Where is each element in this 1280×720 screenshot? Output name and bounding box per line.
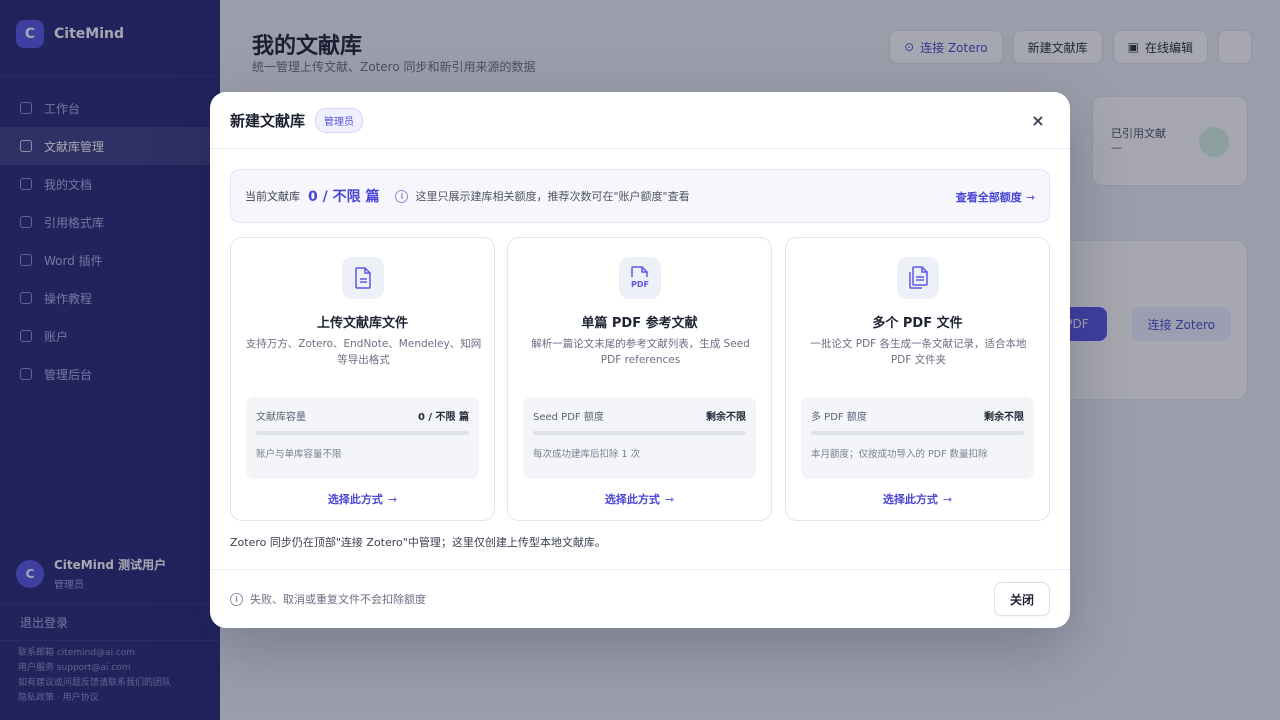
card-quota-label: Seed PDF 额度 xyxy=(533,412,604,423)
zotero-sync-note: Zotero 同步仍在顶部"连接 Zotero"中管理；这里仅创建上传型本地文献… xyxy=(230,536,606,549)
choose-method-button[interactable]: 选择此方式 ⇾ xyxy=(508,491,771,507)
role-badge: 管理员 xyxy=(315,107,364,133)
card-quota-note: 每次成功建库后扣除 1 次 xyxy=(533,449,641,460)
close-button[interactable]: 关闭 xyxy=(994,582,1050,616)
info-icon: i xyxy=(230,592,243,606)
card-title: 多个 PDF 文件 xyxy=(872,316,963,331)
card-title: 上传文献库文件 xyxy=(316,316,408,331)
multi-files-icon xyxy=(897,257,939,299)
arrow-right-icon: ⇾ xyxy=(1025,190,1035,204)
card-quota: Seed PDF 额度 剩余不限 每次成功建库后扣除 1 次 xyxy=(523,397,756,479)
modal-title: 新建文献库 xyxy=(230,111,306,130)
card-quota-note: 账户与单库容量不限 xyxy=(256,449,342,460)
card-quota-value: 剩余不限 xyxy=(706,412,746,423)
method-card-multi-pdf[interactable]: 多个 PDF 文件 一批论文 PDF 各生成一条文献记录，适合本地 PDF 文件… xyxy=(785,237,1050,521)
choose-method-button[interactable]: 选择此方式 ⇾ xyxy=(231,491,494,507)
card-description: 支持万方、Zotero、EndNote、Mendeley、知网等导出格式 xyxy=(245,338,482,366)
close-icon[interactable]: × xyxy=(1028,110,1048,130)
view-all-quota-label: 查看全部额度 xyxy=(955,191,1022,204)
arrow-right-icon: ⇾ xyxy=(664,492,675,506)
choose-method-label: 选择此方式 xyxy=(882,493,938,506)
method-card-single-pdf[interactable]: PDF 单篇 PDF 参考文献 解析一篇论文末尾的参考文献列表，生成 Seed … xyxy=(507,237,772,521)
quota-progress-bar xyxy=(533,431,746,435)
card-quota-label: 多 PDF 额度 xyxy=(811,412,867,423)
new-library-modal: 新建文献库 管理员 × 当前文献库 0 / 不限 篇 i 这里只展示建库相关额度… xyxy=(210,92,1070,628)
quota-summary: 当前文献库 0 / 不限 篇 i 这里只展示建库相关额度，推荐次数可在"账户额度… xyxy=(230,169,1050,223)
choose-method-label: 选择此方式 xyxy=(604,493,660,506)
card-quota: 文献库容量 0 / 不限 篇 账户与单库容量不限 xyxy=(246,397,479,479)
info-icon: i xyxy=(395,189,409,203)
svg-text:PDF: PDF xyxy=(631,280,649,289)
document-icon xyxy=(342,257,384,299)
card-quota: 多 PDF 额度 剩余不限 本月额度；仅按成功导入的 PDF 数量扣除 xyxy=(801,397,1034,479)
card-quota-value: 剩余不限 xyxy=(984,412,1024,423)
choose-method-label: 选择此方式 xyxy=(327,493,383,506)
pdf-icon: PDF xyxy=(619,257,661,299)
choose-method-button[interactable]: 选择此方式 ⇾ xyxy=(786,491,1049,507)
card-quota-label: 文献库容量 xyxy=(256,412,306,423)
modal-footer: i 失败、取消或重复文件不会扣除额度 关闭 xyxy=(210,569,1070,628)
quota-note: 这里只展示建库相关额度，推荐次数可在"账户额度"查看 xyxy=(415,190,690,203)
card-description: 解析一篇论文末尾的参考文献列表，生成 Seed PDF references xyxy=(531,338,750,366)
footer-note: 失败、取消或重复文件不会扣除额度 xyxy=(250,593,426,606)
card-quota-note: 本月额度；仅按成功导入的 PDF 数量扣除 xyxy=(811,449,988,460)
method-card-upload-file[interactable]: 上传文献库文件 支持万方、Zotero、EndNote、Mendeley、知网等… xyxy=(230,237,495,521)
modal-header: 新建文献库 管理员 × xyxy=(210,92,1070,149)
arrow-right-icon: ⇾ xyxy=(942,492,953,506)
quota-progress-bar xyxy=(811,431,1024,435)
method-cards: 上传文献库文件 支持万方、Zotero、EndNote、Mendeley、知网等… xyxy=(230,237,1050,521)
arrow-right-icon: ⇾ xyxy=(387,492,398,506)
card-quota-value: 0 / 不限 篇 xyxy=(417,412,469,423)
quota-progress-bar xyxy=(256,431,469,435)
quota-label: 当前文献库 xyxy=(245,190,300,203)
view-all-quota-link[interactable]: 查看全部额度 ⇾ xyxy=(956,189,1035,205)
quota-value: 0 / 不限 篇 xyxy=(308,189,380,205)
card-title: 单篇 PDF 参考文献 xyxy=(581,316,698,331)
card-description: 一批论文 PDF 各生成一条文献记录，适合本地 PDF 文件夹 xyxy=(810,338,1027,366)
